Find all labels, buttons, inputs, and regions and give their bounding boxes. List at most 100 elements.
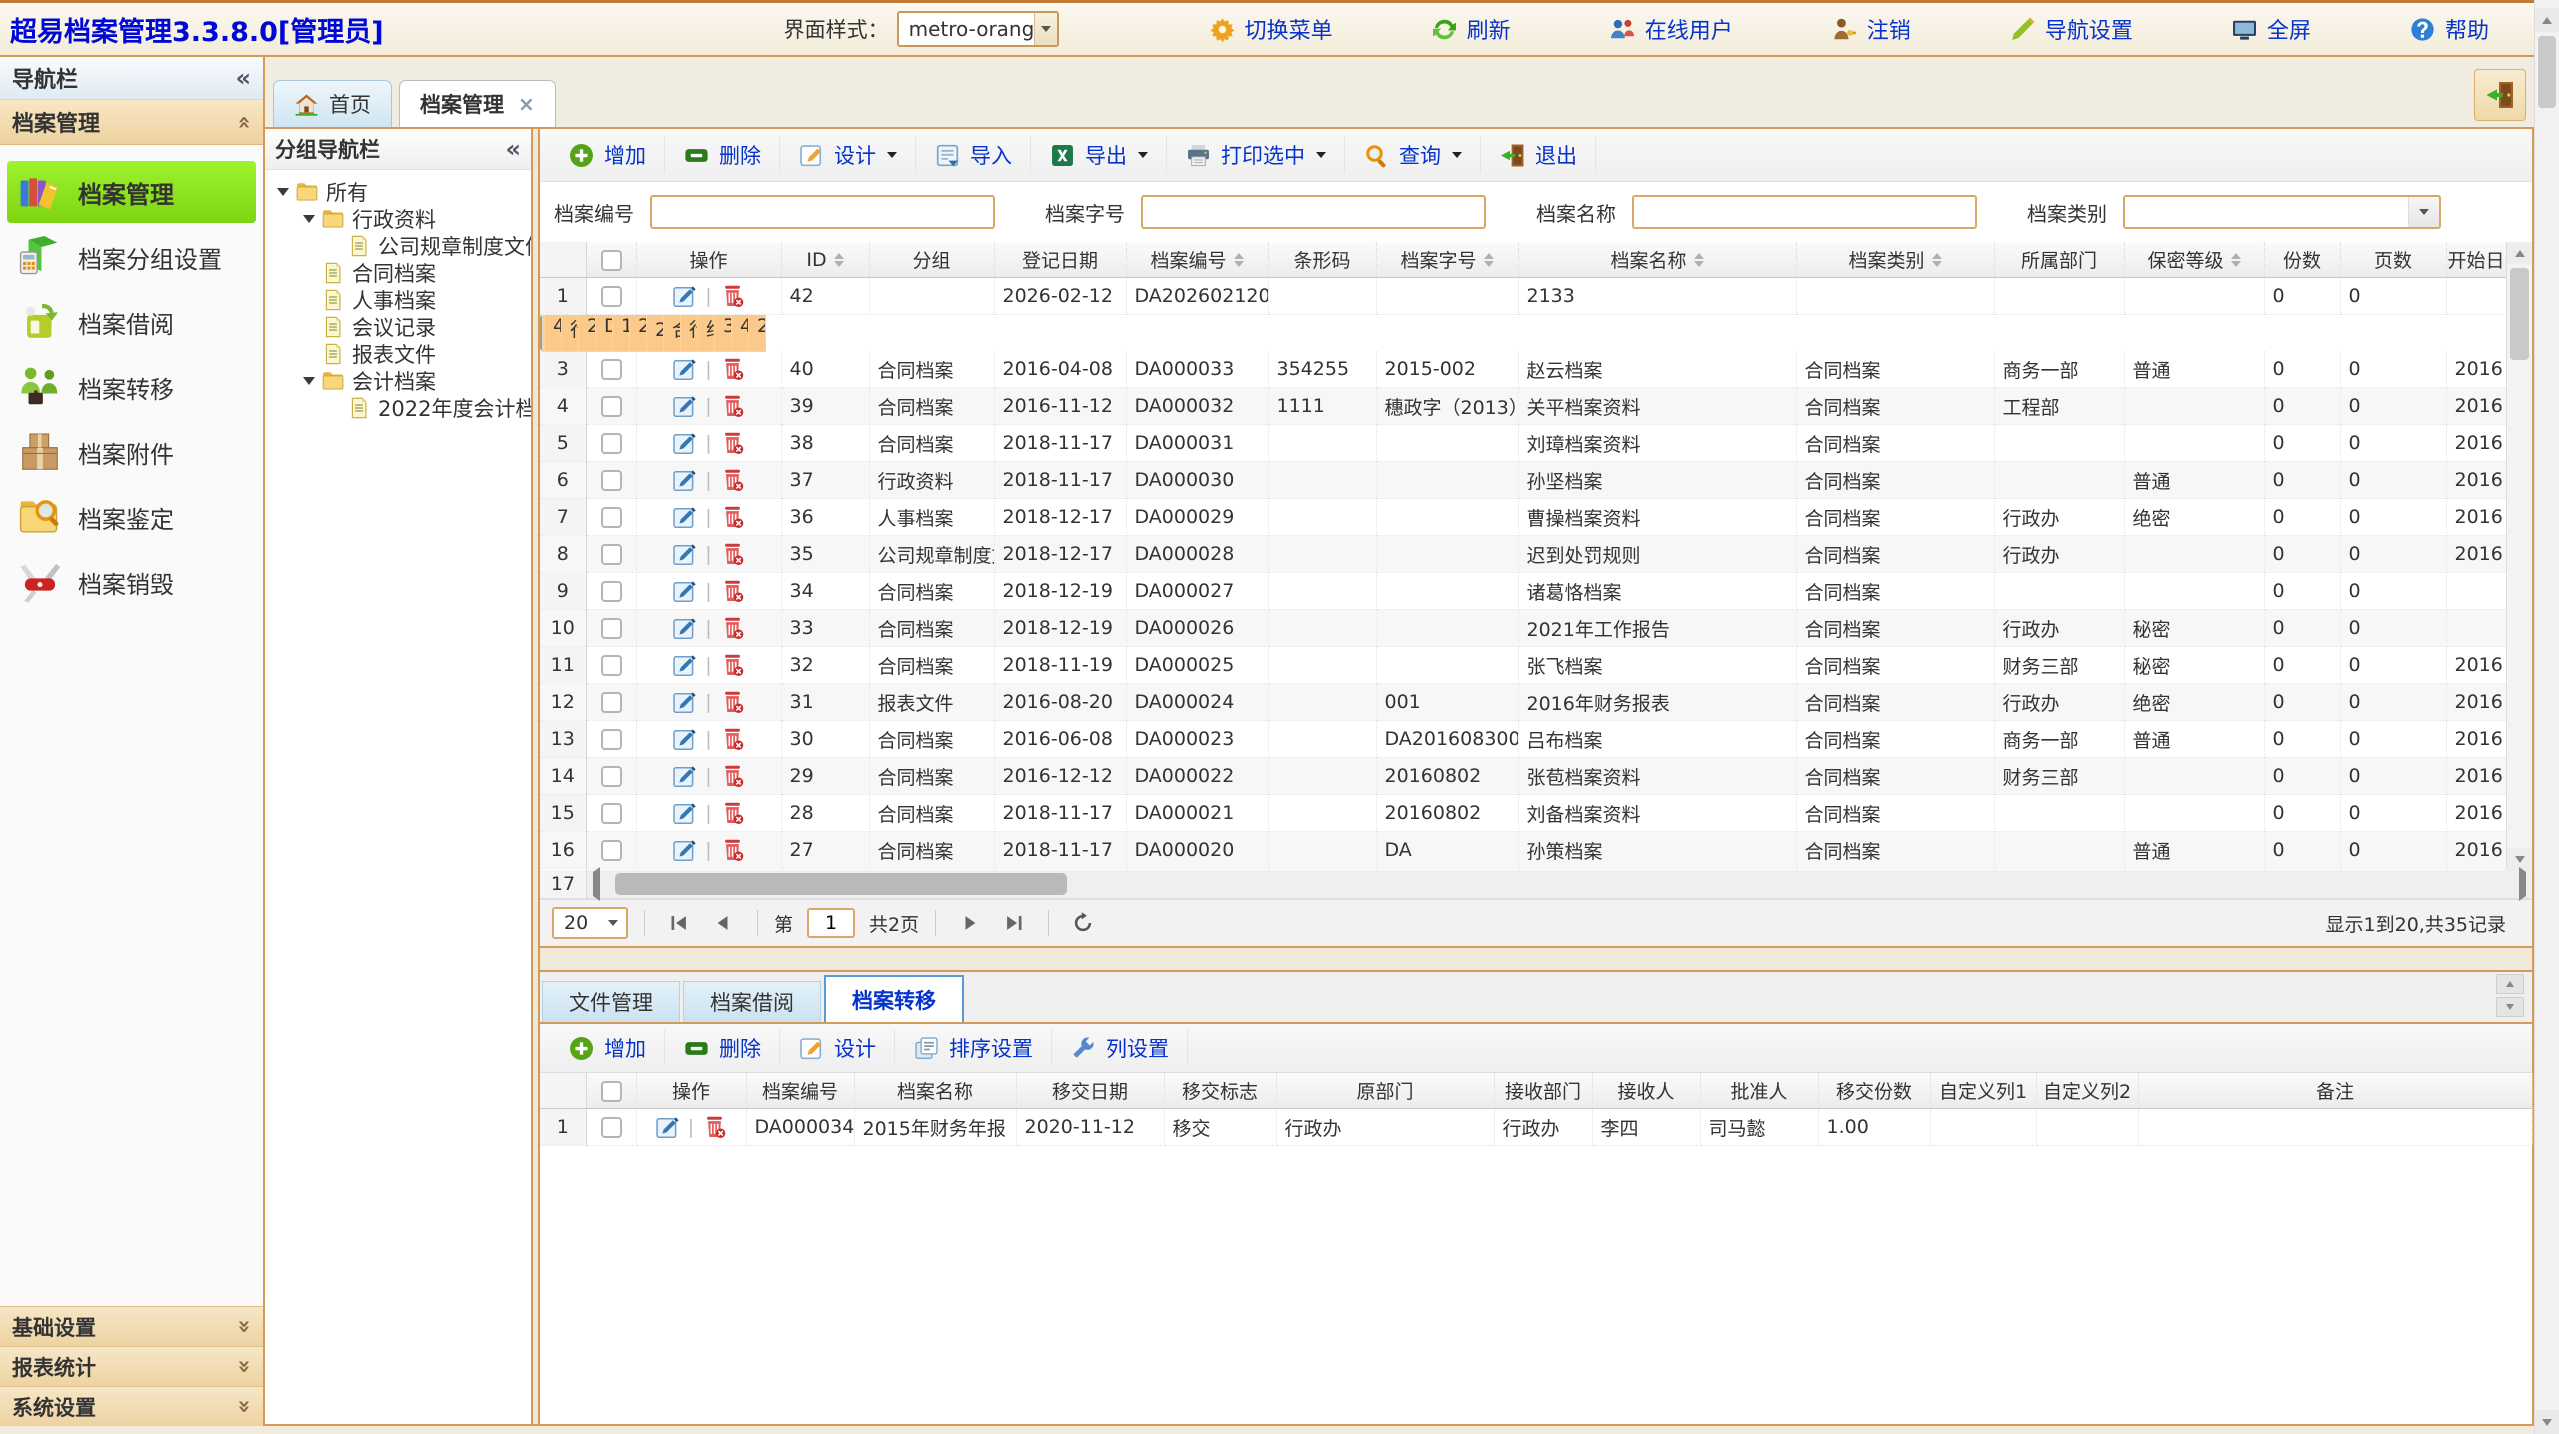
column-header[interactable]: 档案字号: [1376, 242, 1518, 278]
tree-node-meeting-records[interactable]: 会议记录: [265, 313, 531, 340]
scroll-left-icon[interactable]: [593, 872, 600, 896]
column-header[interactable]: 登记日期: [994, 242, 1126, 278]
tabs-scroll-down-icon[interactable]: [2496, 997, 2524, 1017]
table-horizontal-scrollbar[interactable]: [587, 870, 2532, 898]
table-row[interactable]: 12|31报表文件2016-08-20DA0000240012016年财务报表合…: [540, 684, 2506, 721]
sidebar-item-archive-borrow[interactable]: 档案借阅: [7, 291, 256, 353]
edit-icon[interactable]: [671, 430, 698, 457]
search-input-archive-name[interactable]: [1632, 195, 1977, 229]
column-header[interactable]: ID: [781, 242, 869, 278]
collapse-left-icon[interactable]: «: [235, 64, 251, 92]
table-row[interactable]: 3|40合同档案2016-04-08DA0000333542552015-002…: [540, 351, 2506, 388]
page-size-select[interactable]: 20: [552, 907, 628, 939]
scroll-down-icon[interactable]: [2535, 1410, 2559, 1434]
collapse-left-icon[interactable]: «: [505, 135, 521, 163]
scroll-right-icon[interactable]: [2519, 872, 2526, 896]
row-checkbox[interactable]: [601, 544, 622, 565]
column-header[interactable]: 档案编号: [1126, 242, 1268, 278]
exit-button[interactable]: 退出: [1481, 137, 1596, 173]
sidebar-section-archive-management[interactable]: 档案管理 «: [0, 100, 263, 145]
delete-button[interactable]: 删除: [665, 137, 780, 173]
tab-close-icon[interactable]: ×: [518, 92, 535, 116]
column-header[interactable]: 自定义列1: [1930, 1073, 2036, 1109]
design-button[interactable]: 设计: [780, 137, 916, 173]
next-page-button[interactable]: [958, 911, 982, 935]
edit-icon[interactable]: [671, 689, 698, 716]
sidebar-section-system-settings[interactable]: 系统设置«: [0, 1386, 263, 1426]
table-row[interactable]: 1|422026-02-12DA20260212001213300: [540, 278, 2506, 315]
delete-icon[interactable]: [719, 504, 746, 531]
scroll-up-icon[interactable]: [2507, 242, 2532, 264]
tree-node-company-rules-file[interactable]: 公司规章制度文件: [265, 232, 531, 259]
column-header[interactable]: 档案编号: [746, 1073, 854, 1109]
column-header[interactable]: 操作: [636, 242, 781, 278]
query-button[interactable]: 查询: [1345, 137, 1481, 173]
search-input-archive-docno[interactable]: [1141, 195, 1486, 229]
delete-icon[interactable]: [719, 689, 746, 716]
column-header[interactable]: 条形码: [1268, 242, 1376, 278]
table-row[interactable]: 10|33合同档案2018-12-19DA0000262021年工作报告合同档案…: [540, 610, 2506, 647]
page-number-input[interactable]: [807, 908, 855, 938]
delete-icon[interactable]: [719, 283, 746, 310]
row-checkbox[interactable]: [601, 729, 622, 750]
table-row[interactable]: 7|36人事档案2018-12-17DA000029曹操档案资料合同档案行政办绝…: [540, 499, 2506, 536]
column-header[interactable]: 开始日: [2446, 242, 2506, 278]
table-row[interactable]: 14|29合同档案2016-12-12DA00002220160802张苞档案资…: [540, 758, 2506, 795]
table-row[interactable]: 13|30合同档案2016-06-08DA000023DA20160830000…: [540, 721, 2506, 758]
topbar-item-nav-settings[interactable]: 导航设置: [2009, 13, 2133, 45]
bottom-tab-archive-transfer[interactable]: 档案转移: [824, 975, 964, 1022]
tab-home[interactable]: 首页: [273, 80, 392, 127]
style-select[interactable]: metro-orang: [897, 11, 1059, 47]
horizontal-scrollbar-thumb[interactable]: [615, 873, 1067, 895]
panel-splitter[interactable]: [531, 129, 540, 1424]
row-checkbox[interactable]: [601, 396, 622, 417]
row-checkbox[interactable]: [601, 655, 622, 676]
reload-button[interactable]: [1071, 911, 1095, 935]
exit-panel-button[interactable]: [2474, 69, 2526, 121]
edit-icon[interactable]: [671, 800, 698, 827]
row-checkbox[interactable]: [601, 470, 622, 491]
vertical-scrollbar-thumb[interactable]: [2510, 268, 2529, 360]
edit-icon[interactable]: [671, 615, 698, 642]
row-checkbox[interactable]: [601, 840, 622, 861]
table-row[interactable]: 2|41行政资料2020-12-18DA0000341000102016-001…: [540, 315, 702, 351]
table-row[interactable]: 6|37行政资料2018-11-17DA000030孙坚档案合同档案普通0020…: [540, 462, 2506, 499]
import-button[interactable]: 导入: [916, 137, 1031, 173]
row-checkbox[interactable]: [601, 803, 622, 824]
search-input-archive-code[interactable]: [650, 195, 995, 229]
sidebar-item-archive-attachments[interactable]: 档案附件: [7, 421, 256, 483]
column-header[interactable]: 档案名称: [1518, 242, 1796, 278]
first-page-button[interactable]: [667, 911, 691, 935]
edit-icon[interactable]: [671, 467, 698, 494]
topbar-item-refresh[interactable]: 刷新: [1431, 13, 1511, 45]
delete-icon[interactable]: [719, 467, 746, 494]
sidebar-item-archive-destroy[interactable]: 档案销毁: [7, 551, 256, 613]
edit-icon[interactable]: [671, 726, 698, 753]
column-header[interactable]: 移交日期: [1016, 1073, 1164, 1109]
row-checkbox[interactable]: [601, 507, 622, 528]
delete-icon[interactable]: [719, 837, 746, 864]
topbar-item-online-users[interactable]: 在线用户: [1609, 13, 1733, 45]
tree-node-all[interactable]: 所有: [265, 178, 531, 205]
design-button[interactable]: 设计: [780, 1030, 895, 1066]
row-checkbox[interactable]: [601, 433, 622, 454]
column-header[interactable]: 保密等级: [2124, 242, 2264, 278]
topbar-item-fullscreen[interactable]: 全屏: [2231, 13, 2311, 45]
delete-icon[interactable]: [719, 800, 746, 827]
sidebar-section-basic-settings[interactable]: 基础设置«: [0, 1306, 263, 1346]
column-header[interactable]: 份数: [2264, 242, 2340, 278]
column-header[interactable]: 档案类别: [1796, 242, 1994, 278]
sidebar-item-archive-transfer[interactable]: 档案转移: [7, 356, 256, 418]
page-scrollbar-thumb[interactable]: [2538, 36, 2556, 108]
edit-icon[interactable]: [671, 283, 698, 310]
add-button[interactable]: 增加: [550, 137, 665, 173]
topbar-item-logout[interactable]: 注销: [1831, 13, 1911, 45]
delete-button[interactable]: 删除: [665, 1030, 780, 1066]
tree-node-administrative-data[interactable]: 行政资料: [265, 205, 531, 232]
topbar-item-help[interactable]: 帮助: [2409, 13, 2489, 45]
edit-icon[interactable]: [671, 837, 698, 864]
tab-archive-management[interactable]: 档案管理×: [399, 80, 556, 127]
row-checkbox[interactable]: [601, 618, 622, 639]
column-header[interactable]: 移交份数: [1818, 1073, 1930, 1109]
page-scrollbar[interactable]: [2534, 0, 2559, 1434]
